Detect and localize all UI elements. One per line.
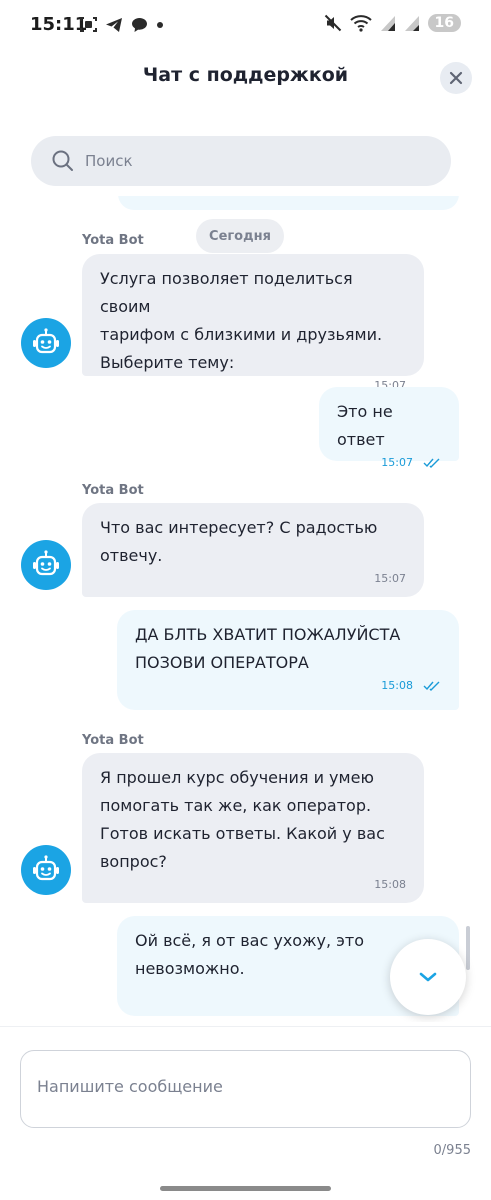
double-check-icon — [423, 458, 440, 468]
robot-icon — [33, 550, 59, 576]
incoming-message[interactable]: Я прошел курс обучения и умею помогать т… — [82, 753, 424, 903]
status-time: 15:11 — [30, 14, 88, 35]
message-line: Что вас интересует? С радостью — [100, 518, 378, 537]
incoming-message[interactable]: Что вас интересует? С радостью отвечу. 1… — [82, 503, 424, 597]
wifi-icon — [349, 15, 372, 32]
message-time: 15:07 — [381, 456, 413, 469]
mute-icon — [324, 14, 341, 32]
incoming-message[interactable]: Услуга позволяет поделиться своим тарифо… — [82, 254, 424, 392]
scrollbar-thumb[interactable] — [466, 926, 470, 970]
date-chip: Сегодня — [196, 219, 284, 253]
signal-roaming-icon — [404, 16, 419, 31]
status-bar: 15:11 16 — [0, 0, 491, 52]
robot-icon — [33, 855, 59, 881]
message-line: Готов искать ответы. Какой у вас — [100, 824, 385, 843]
message-line: Ой всё, я от вас ухожу, это — [135, 931, 365, 950]
message-sender: Yota Bot — [82, 483, 144, 498]
message-line: Выберите тему: — [100, 353, 235, 372]
message-line: Услуга позволяет поделиться своим — [100, 269, 353, 316]
message-sender: Yota Bot — [82, 733, 144, 748]
bot-avatar — [21, 318, 71, 368]
message-line: тарифом с близкими и друзьями. — [100, 325, 383, 344]
message-line: ПОЗОВИ ОПЕРАТОРА — [135, 653, 309, 672]
message-line: вопрос? — [100, 852, 167, 871]
scroll-to-bottom-button[interactable] — [390, 939, 466, 1015]
status-left-icons — [80, 16, 164, 33]
robot-icon — [33, 328, 59, 354]
char-counter: 0/955 — [433, 1143, 471, 1158]
dot-icon — [157, 21, 163, 28]
double-check-icon — [423, 681, 440, 691]
bot-avatar — [21, 540, 71, 590]
message-input[interactable] — [37, 1077, 457, 1096]
signal-icon — [380, 16, 395, 31]
message-line: помогать так же, как оператор. — [100, 796, 372, 815]
telegram-icon — [106, 17, 122, 32]
composer-divider — [0, 1026, 491, 1027]
message-time: 15:07 — [374, 572, 406, 585]
chat-area[interactable]: Сегодня Yota Bot Услуга позволяет подели… — [0, 196, 491, 1022]
message-line: Это не ответ — [337, 402, 393, 449]
chat-bubble-icon — [132, 17, 147, 32]
home-indicator[interactable] — [160, 1186, 331, 1191]
previous-message-fragment — [118, 196, 459, 210]
message-time: 15:08 — [374, 878, 406, 891]
message-line: Я прошел курс обучения и умею — [100, 768, 374, 787]
message-composer[interactable] — [20, 1050, 471, 1128]
bot-avatar — [21, 845, 71, 895]
close-icon — [449, 71, 463, 85]
outgoing-message[interactable]: ДА БЛТЬ ХВАТИТ ПОЖАЛУЙСТА ПОЗОВИ ОПЕРАТО… — [117, 610, 459, 710]
message-line: ДА БЛТЬ ХВАТИТ ПОЖАЛУЙСТА — [135, 625, 401, 644]
page-title: Чат с поддержкой — [142, 64, 349, 86]
battery-badge: 16 — [427, 14, 461, 32]
search-icon — [51, 149, 75, 173]
header: Чат с поддержкой — [0, 52, 491, 112]
outgoing-message[interactable]: Это не ответ 15:07 — [319, 387, 459, 469]
message-line: отвечу. — [100, 546, 163, 565]
chevron-down-icon — [419, 972, 437, 982]
search-bar[interactable] — [31, 136, 451, 186]
message-time: 15:08 — [381, 679, 413, 692]
close-button[interactable] — [440, 62, 472, 94]
search-input[interactable] — [85, 152, 415, 170]
status-right-icons: 16 — [324, 14, 461, 32]
message-sender: Yota Bot — [82, 233, 144, 248]
screenshot-icon — [80, 17, 97, 32]
